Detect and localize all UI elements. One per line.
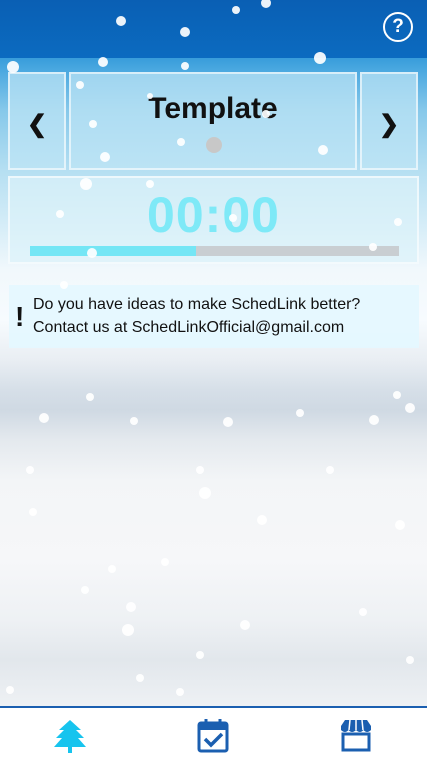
snowflake [108, 565, 116, 573]
chevron-right-icon: ❯ [378, 111, 400, 138]
snowflake [229, 214, 237, 222]
snowflake [147, 93, 153, 99]
snowflake [196, 651, 204, 659]
snowflake [136, 674, 144, 682]
previous-template-button[interactable]: ❮ [8, 72, 66, 170]
snowflake [326, 466, 334, 474]
snowflake [369, 415, 379, 425]
help-button[interactable]: ? [383, 12, 413, 42]
snowflake [126, 602, 136, 612]
snowflake [393, 391, 401, 399]
snowflake [240, 620, 250, 630]
snowflake [87, 248, 97, 258]
snowflake [181, 62, 189, 70]
next-template-button[interactable]: ❯ [360, 72, 418, 170]
calendar-check-icon [197, 719, 229, 753]
snowflake [80, 178, 92, 190]
snowflake [296, 409, 304, 417]
bottom-navigation [0, 706, 427, 757]
snowflake [7, 61, 19, 73]
snowflake [232, 6, 240, 14]
timer-progress-track [30, 246, 399, 256]
template-title-panel: Template [69, 72, 357, 170]
snowflake [369, 243, 377, 251]
feedback-text-line1: Do you have ideas to make SchedLink bett… [33, 296, 361, 313]
timer-progress-fill [30, 246, 197, 256]
snowflake [177, 138, 185, 146]
snowflake [394, 218, 402, 226]
chevron-left-icon: ❮ [26, 111, 48, 138]
snowflake [176, 688, 184, 696]
snowflake [116, 16, 126, 26]
snowflake [100, 152, 110, 162]
tree-icon [54, 720, 86, 753]
snowflake [359, 608, 367, 616]
snowflake [196, 466, 204, 474]
snowflake [180, 27, 190, 37]
snowflake [395, 520, 405, 530]
snowflake [314, 52, 326, 64]
top-bar: ? [0, 0, 427, 58]
shop-icon [341, 719, 371, 752]
snowflake [86, 393, 94, 401]
tab-schedule[interactable] [193, 716, 233, 754]
page-indicator-dot [206, 137, 222, 153]
timer-panel: 00:00 [8, 176, 419, 264]
exclamation-icon: ! [15, 301, 25, 332]
snowflake [122, 624, 134, 636]
snowflake [199, 487, 211, 499]
snowflake [76, 81, 84, 89]
snowflake [318, 145, 328, 155]
snowflake [39, 413, 49, 423]
snowflake [406, 656, 414, 664]
tab-shop[interactable] [336, 716, 376, 754]
snowflake [146, 180, 154, 188]
snowflake [161, 558, 169, 566]
template-title: Template [148, 92, 278, 125]
snowflake [89, 120, 97, 128]
snowflake [98, 57, 108, 67]
snowflake [405, 403, 415, 413]
feedback-notice: ! Do you have ideas to make SchedLink be… [9, 285, 419, 348]
snowflake [29, 508, 37, 516]
feedback-text-line2: Contact us at SchedLinkOfficial@gmail.co… [33, 319, 345, 336]
snowflake [26, 466, 34, 474]
snowflake [257, 515, 267, 525]
snowflake [81, 586, 89, 594]
snowflake [6, 686, 14, 694]
snowflake [262, 110, 270, 118]
snowflake [223, 417, 233, 427]
snowflake [130, 417, 138, 425]
tab-home[interactable] [50, 716, 90, 754]
snowflake [60, 281, 68, 289]
timer-display: 00:00 [147, 187, 280, 243]
snowflake [56, 210, 64, 218]
